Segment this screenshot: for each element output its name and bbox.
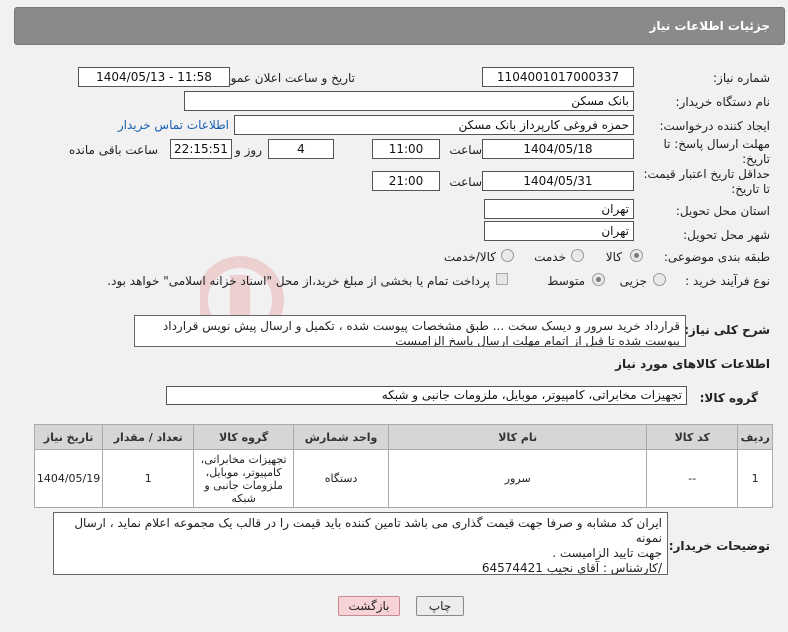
buyer-notes-line-3: /کارشناس : آقای نجیب 64574421 [481,561,662,575]
city-label: شهر محل تحویل: [683,228,770,242]
col-code: کد کالا [646,424,739,450]
validity-time-label: ساعت [449,175,482,189]
time-remaining-label: ساعت باقی مانده [68,143,158,157]
deadline-label: مهلت ارسال پاسخ: تا [663,137,770,151]
row-qty: 1 [102,449,195,508]
process-option-minor: جزیی [619,274,647,288]
process-label: نوع فرآیند خرید : [685,274,770,288]
page-header: جزئیات اطلاعات نیاز [14,7,785,45]
buyer-contact-link[interactable]: اطلاعات تماس خریدار [118,118,229,132]
time-remaining-field: 22:15:51 [170,139,232,159]
validity-label: حداقل تاریخ اعتبار قیمت: [643,167,770,181]
deadline-label-2: تاریخ: [742,152,770,166]
days-remaining-field: 4 [268,139,334,159]
province-field: تهران [484,199,634,219]
need-number-label: شماره نیاز: [713,71,770,85]
col-name: نام کالا [388,424,648,450]
goods-table: تاریخ نیاز تعداد / مقدار گروه کالا واحد … [33,424,773,508]
category-option-service: خدمت [534,250,566,264]
category-label: طبقه بندی موضوعی: [663,250,770,264]
back-button[interactable]: بازگشت [338,596,400,616]
page-title: جزئیات اطلاعات نیاز [649,19,770,33]
row-index: 1 [737,449,773,508]
deadline-date-field: 1404/05/18 [482,139,634,159]
buyer-notes-label: توضیحات خریدار: [668,539,770,553]
print-button[interactable]: چاپ [416,596,464,616]
buyer-org-field: بانک مسکن [184,91,634,111]
category-option-goods: کالا [605,250,622,264]
process-radio-medium[interactable] [592,273,605,286]
col-unit: واحد شمارش [292,424,390,450]
row-name: سرور [388,449,648,508]
col-index: ردیف [737,424,773,450]
buyer-org-label: نام دستگاه خریدار: [675,95,771,109]
col-need-date: تاریخ نیاز [33,424,104,450]
category-radio-goods[interactable] [630,249,643,262]
row-unit: دستگاه [292,449,390,508]
creator-label: ایجاد کننده درخواست: [659,119,770,133]
category-option-both: کالا/خدمت [443,250,496,264]
province-label: استان محل تحویل: [675,204,770,218]
validity-label-2: تا تاریخ: [731,182,770,196]
buyer-notes-line-1: ایران کد مشابه و صرفا جهت قیمت گذاری می … [74,516,662,545]
payment-note: پرداخت تمام یا بخشی از مبلغ خرید،از محل … [107,274,490,288]
category-radio-service[interactable] [571,249,584,262]
process-radio-minor[interactable] [653,273,666,286]
goods-group-label: گروه کالا: [699,391,758,405]
need-number-field: 1104001017000337 [482,67,634,87]
city-field: تهران [484,221,634,241]
buyer-notes-line-2: جهت تایید الزامیست . [552,546,662,560]
description-label: شرح کلی نیاز: [684,323,770,337]
deadline-time-label: ساعت [449,143,482,157]
process-option-medium: متوسط [547,274,585,288]
announce-label: تاریخ و ساعت اعلان عمومی: [210,71,355,85]
announce-field: 1404/05/13 - 11:58 [78,67,230,87]
validity-time-field: 21:00 [372,171,440,191]
description-field: قرارداد خرید سرور و دیسک سخت ... طبق مشخ… [134,315,686,347]
goods-table-header: تاریخ نیاز تعداد / مقدار گروه کالا واحد … [33,424,773,450]
col-qty: تعداد / مقدار [102,424,195,450]
deadline-time-field: 11:00 [372,139,440,159]
treasury-checkbox[interactable] [496,273,508,285]
creator-field: حمزه فروغی کارپرداز بانک مسکن [234,115,634,135]
goods-section-title: اطلاعات کالاهای مورد نیاز [615,357,770,371]
row-group: تجهیزات مخابراتی، کامپیوتر، موبایل، ملزو… [193,449,294,508]
category-radio-both[interactable] [501,249,514,262]
buyer-notes-field: ایران کد مشابه و صرفا جهت قیمت گذاری می … [53,512,668,575]
days-label: روز و [235,143,262,157]
goods-group-field: تجهیزات مخابراتی، کامپیوتر، موبایل، ملزو… [166,386,687,405]
row-need-date: 1404/05/19 [33,449,104,508]
validity-date-field: 1404/05/31 [482,171,634,191]
row-code: -- [646,449,739,508]
table-row: 1404/05/19 1 تجهیزات مخابراتی، کامپیوتر،… [33,449,773,508]
col-group: گروه کالا [193,424,294,450]
